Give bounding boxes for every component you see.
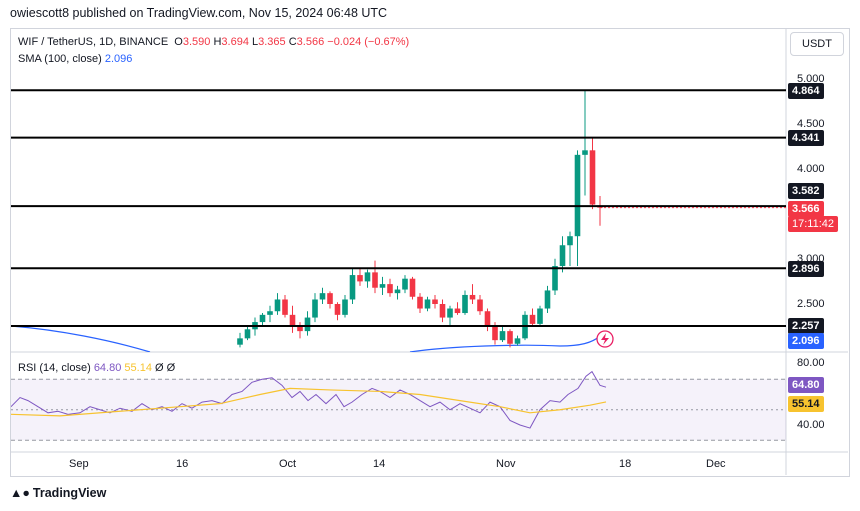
- tradingview-logo-icon: ▲●: [10, 486, 30, 500]
- time-label: Sep: [69, 458, 89, 470]
- time-label: Dec: [706, 458, 726, 470]
- candle-body: [462, 294, 468, 314]
- last-price-tag: 3.566: [788, 201, 824, 217]
- rsi-tag: 64.80: [788, 377, 824, 393]
- time-label: 16: [176, 458, 189, 470]
- level-tag: 3.582: [788, 183, 824, 199]
- candle-body: [327, 293, 333, 304]
- candle-body: [544, 290, 551, 309]
- brand-name: TradingView: [32, 486, 107, 500]
- level-tag: 2.257: [788, 318, 824, 334]
- rsi-tick: 80.00: [797, 357, 825, 369]
- candle-body: [559, 245, 566, 267]
- rsi-tick: 40.00: [797, 419, 825, 431]
- candle-body: [417, 296, 423, 309]
- rsi-value: 64.80: [93, 362, 122, 374]
- candle-body: [492, 326, 498, 341]
- candle-body: [499, 331, 506, 341]
- level-tag: 2.896: [788, 261, 824, 277]
- candle-body: [282, 299, 288, 315]
- candle-body: [274, 299, 281, 312]
- candle-body: [552, 266, 558, 291]
- candle-body: [454, 308, 461, 314]
- candle-body: [297, 326, 303, 332]
- rsi-extra: Ø: [166, 362, 176, 374]
- time-label: Oct: [279, 458, 297, 470]
- candle-body: [349, 275, 356, 300]
- candle-body: [574, 154, 581, 237]
- tradingview-brand[interactable]: ▲● TradingView: [10, 486, 106, 500]
- candle-body: [537, 308, 543, 324]
- candle-body: [267, 311, 273, 315]
- rsi-ma-tag: 55.14: [788, 396, 824, 412]
- sma-tag: 2.096: [788, 333, 824, 349]
- candle-body: [372, 272, 378, 288]
- candle-body: [529, 314, 536, 324]
- candle-body: [237, 338, 243, 345]
- time-label: Nov: [496, 458, 516, 470]
- candle-body: [387, 284, 393, 294]
- level-tag: 4.864: [788, 83, 824, 99]
- tradingview-snapshot: owiescott8 published on TradingView.com,…: [0, 0, 860, 511]
- price-tick: 2.500: [797, 298, 825, 310]
- candle-body: [409, 278, 416, 297]
- candle-body: [304, 317, 311, 332]
- price-tick: 4.500: [797, 118, 825, 130]
- candle-body: [394, 289, 401, 294]
- candle-body: [477, 299, 483, 312]
- countdown-tag: 17:11:42: [788, 216, 839, 232]
- candle-body: [439, 304, 446, 318]
- rsi-extra: Ø: [155, 362, 164, 374]
- rsi-label: RSI (14, close): [18, 362, 91, 374]
- candle-body: [582, 150, 588, 155]
- candle-body: [364, 272, 371, 282]
- candle-body: [447, 308, 453, 318]
- candle-body: [484, 311, 491, 327]
- candle-body: [244, 329, 251, 339]
- candle-body: [357, 275, 363, 282]
- candle-body: [259, 314, 266, 323]
- candle-body: [567, 236, 573, 246]
- candle-body: [507, 331, 513, 344]
- candle-body: [312, 299, 318, 318]
- candle-body: [319, 293, 326, 300]
- candle-body: [334, 304, 341, 315]
- candle-body: [589, 150, 596, 205]
- level-tag: 4.341: [788, 130, 824, 146]
- price-tick: 4.000: [797, 163, 825, 175]
- candle-body: [379, 284, 386, 288]
- time-label: 14: [373, 458, 386, 470]
- rsi-ma-value: 55.14: [124, 362, 152, 374]
- candle-body: [514, 338, 521, 344]
- candle-body: [289, 314, 296, 327]
- time-label: 18: [619, 458, 632, 470]
- candle-body: [342, 299, 348, 315]
- rsi-legend[interactable]: RSI (14, close) 64.80 55.14 Ø Ø: [18, 362, 175, 374]
- price-chart[interactable]: [0, 0, 860, 511]
- candle-body: [469, 294, 476, 300]
- candle-body: [424, 299, 431, 309]
- candle-body: [432, 299, 438, 304]
- candle-body: [402, 278, 408, 290]
